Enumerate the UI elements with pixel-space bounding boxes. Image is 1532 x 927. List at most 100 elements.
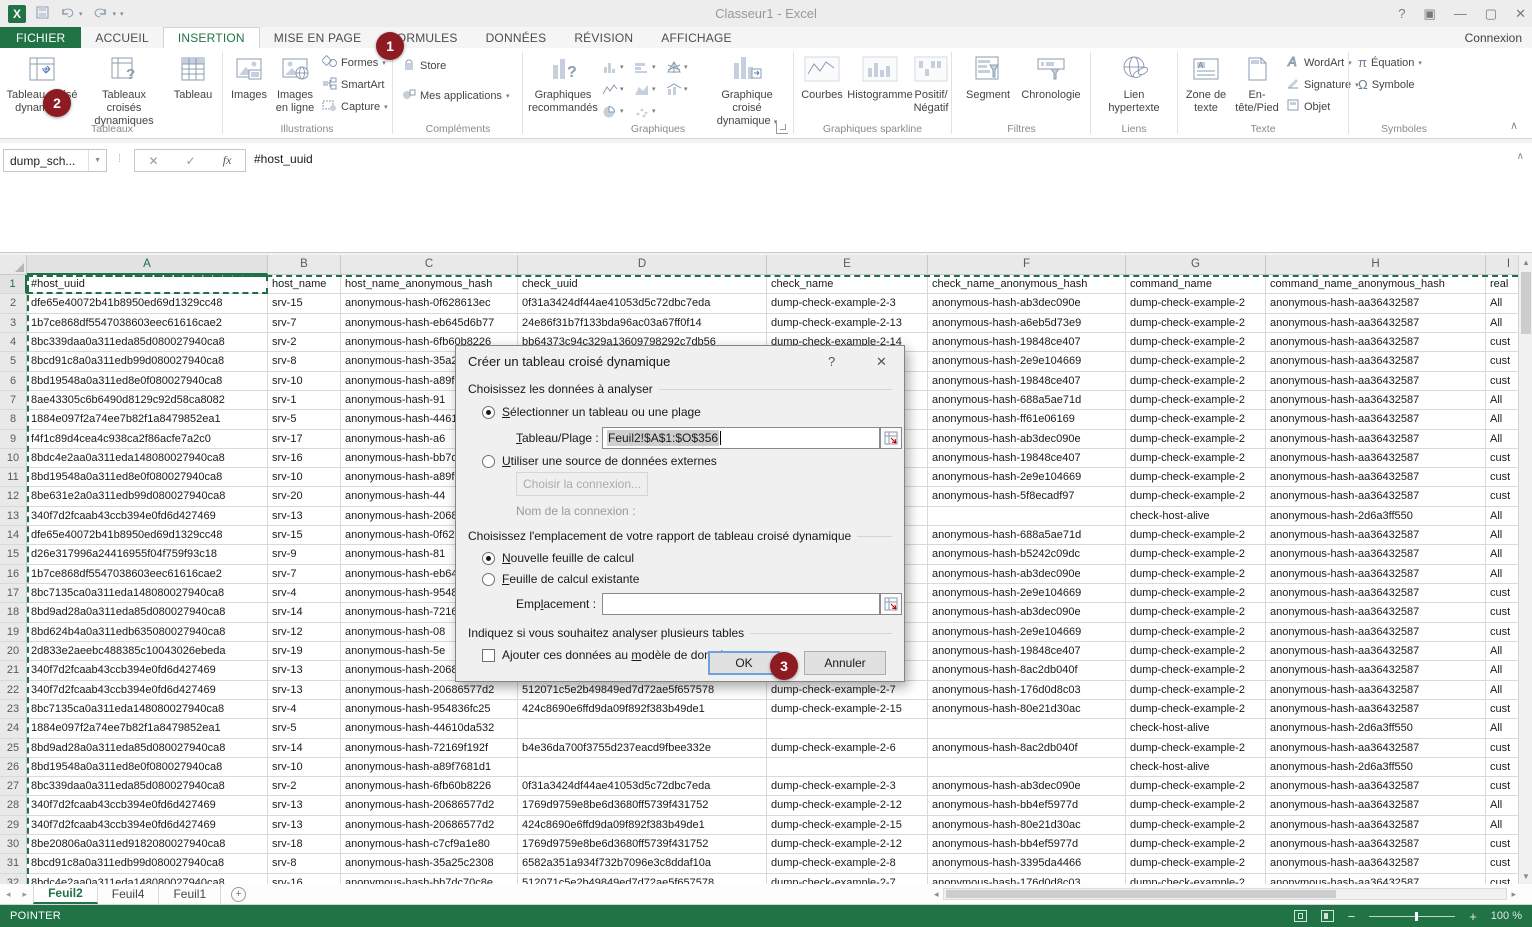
- radio-external-source[interactable]: Utiliser une source de données externes: [482, 454, 717, 468]
- cell[interactable]: srv-4: [268, 700, 341, 719]
- cell[interactable]: 6582a351a934f732b7096e3c8ddaf10a: [518, 854, 767, 873]
- cell[interactable]: srv-10: [268, 372, 341, 391]
- cell[interactable]: anonymous-hash-aa36432587: [1266, 294, 1486, 313]
- row-header[interactable]: 22: [0, 681, 27, 700]
- row-header[interactable]: 30: [0, 835, 27, 854]
- cell[interactable]: [767, 758, 928, 777]
- cell[interactable]: 424c8690e6ffd9da09f892f383b49de1: [518, 816, 767, 835]
- scroll-down-icon[interactable]: ▼: [1519, 869, 1532, 884]
- cell[interactable]: 8bc339daa0a311eda85d080027940ca8: [27, 333, 268, 352]
- cell[interactable]: 2d833e2aeebc488385c10043026ebeda: [27, 642, 268, 661]
- sheet-nav-left-icon[interactable]: ◂: [0, 884, 17, 904]
- cell[interactable]: dump-check-example-2: [1126, 372, 1266, 391]
- cell[interactable]: dump-check-example-2: [1126, 430, 1266, 449]
- cell[interactable]: srv-2: [268, 777, 341, 796]
- column-header[interactable]: G: [1126, 255, 1266, 275]
- cell[interactable]: dump-check-example-2: [1126, 294, 1266, 313]
- cell[interactable]: anonymous-hash-20686577d2: [341, 681, 518, 700]
- cell[interactable]: srv-7: [268, 565, 341, 584]
- cell[interactable]: anonymous-hash-20686577d2: [341, 816, 518, 835]
- cell[interactable]: srv-2: [268, 333, 341, 352]
- scatter-chart-icon[interactable]: ▾: [634, 100, 666, 122]
- name-box-dropdown-icon[interactable]: ▼: [88, 150, 106, 171]
- tab-mise-en-page[interactable]: MISE EN PAGE: [260, 27, 376, 48]
- cell[interactable]: [518, 758, 767, 777]
- maximize-icon[interactable]: ▢: [1485, 6, 1497, 22]
- cell[interactable]: 8bd19548a0a311ed8e0f080027940ca8: [27, 468, 268, 487]
- row-header[interactable]: 8: [0, 410, 27, 429]
- cell[interactable]: anonymous-hash-aa36432587: [1266, 777, 1486, 796]
- row-header[interactable]: 29: [0, 816, 27, 835]
- timeline-button[interactable]: Chronologie: [1019, 52, 1083, 102]
- cell[interactable]: dump-check-example-2-13: [767, 314, 928, 333]
- cell[interactable]: [518, 719, 767, 738]
- zoom-out-icon[interactable]: −: [1348, 909, 1356, 924]
- row-header[interactable]: 23: [0, 700, 27, 719]
- radio-existing-worksheet[interactable]: Feuille de calcul existante: [482, 572, 639, 586]
- cell[interactable]: dump-check-example-2-3: [767, 294, 928, 313]
- cell[interactable]: 8be631e2a0a311edb99d080027940ca8: [27, 487, 268, 506]
- cell[interactable]: dump-check-example-2-7: [767, 681, 928, 700]
- cell[interactable]: anonymous-hash-aa36432587: [1266, 700, 1486, 719]
- cell[interactable]: 8bd9ad28a0a311eda85d080027940ca8: [27, 603, 268, 622]
- scroll-right-icon[interactable]: ▸: [1507, 889, 1520, 900]
- cell[interactable]: dump-check-example-2: [1126, 700, 1266, 719]
- cell[interactable]: srv-16: [268, 874, 341, 884]
- cell[interactable]: anonymous-hash-2e9e104669: [928, 468, 1126, 487]
- cell[interactable]: check-host-alive: [1126, 758, 1266, 777]
- sheet-nav-right-icon[interactable]: ▸: [17, 884, 34, 904]
- collapse-formula-bar-icon[interactable]: ∧: [1517, 151, 1524, 162]
- cell[interactable]: anonymous-hash-2e9e104669: [928, 584, 1126, 603]
- cell[interactable]: srv-7: [268, 314, 341, 333]
- cell[interactable]: srv-15: [268, 526, 341, 545]
- sparkline-winloss-button[interactable]: Positif/Négatif: [913, 52, 949, 115]
- formula-bar-splitter[interactable]: ⁞: [118, 153, 122, 165]
- cell[interactable]: 340f7d2fcaab43ccb394e0fd6d427469: [27, 796, 268, 815]
- cell[interactable]: srv-8: [268, 854, 341, 873]
- cell[interactable]: 512071c5e2b49849ed7d72ae5f657578: [518, 874, 767, 884]
- cell[interactable]: anonymous-hash-688a5ae71d: [928, 391, 1126, 410]
- row-header[interactable]: 16: [0, 565, 27, 584]
- cell[interactable]: anonymous-hash-aa36432587: [1266, 642, 1486, 661]
- cell[interactable]: anonymous-hash-aa36432587: [1266, 410, 1486, 429]
- cancel-button[interactable]: Annuler: [804, 651, 886, 675]
- cell[interactable]: srv-13: [268, 816, 341, 835]
- object-button[interactable]: Objet: [1287, 99, 1330, 114]
- qat-customize-icon[interactable]: ▾: [120, 10, 124, 18]
- cell[interactable]: 8be20806a0a311ed9182080027940ca8: [27, 835, 268, 854]
- cell[interactable]: 340f7d2fcaab43ccb394e0fd6d427469: [27, 681, 268, 700]
- cell[interactable]: srv-1: [268, 391, 341, 410]
- cell[interactable]: dump-check-example-2-12: [767, 796, 928, 815]
- row-header[interactable]: 31: [0, 854, 27, 873]
- cell[interactable]: check-host-alive: [1126, 507, 1266, 526]
- cell[interactable]: anonymous-hash-19848ce407: [928, 372, 1126, 391]
- cell[interactable]: anonymous-hash-aa36432587: [1266, 314, 1486, 333]
- cell[interactable]: srv-10: [268, 468, 341, 487]
- collapse-ribbon-icon[interactable]: ∧: [1510, 119, 1518, 132]
- cell[interactable]: anonymous-hash-8ac2db040f: [928, 661, 1126, 680]
- cell[interactable]: anonymous-hash-ab3dec090e: [928, 565, 1126, 584]
- cell[interactable]: anonymous-hash-aa36432587: [1266, 333, 1486, 352]
- cell[interactable]: anonymous-hash-c7cf9a1e80: [341, 835, 518, 854]
- cell[interactable]: anonymous-hash-aa36432587: [1266, 372, 1486, 391]
- cell[interactable]: srv-12: [268, 623, 341, 642]
- cell[interactable]: anonymous-hash-aa36432587: [1266, 661, 1486, 680]
- sparkline-line-button[interactable]: Courbes: [797, 52, 847, 102]
- cell[interactable]: dump-check-example-2: [1126, 449, 1266, 468]
- cell[interactable]: anonymous-hash-2d6a3ff550: [1266, 507, 1486, 526]
- cell[interactable]: 340f7d2fcaab43ccb394e0fd6d427469: [27, 816, 268, 835]
- column-chart-icon[interactable]: ▾: [602, 56, 634, 78]
- redo-dropdown-icon[interactable]: ▾: [113, 10, 117, 18]
- row-header[interactable]: 2: [0, 294, 27, 313]
- cell[interactable]: anonymous-hash-6fb60b8226: [341, 777, 518, 796]
- pie-chart-icon[interactable]: ▾: [602, 100, 634, 122]
- cell[interactable]: anonymous-hash-aa36432587: [1266, 526, 1486, 545]
- online-images-button[interactable]: Images en ligne: [272, 52, 318, 115]
- sheet-tab-feuil2[interactable]: Feuil2: [33, 884, 98, 904]
- cell[interactable]: anonymous-hash-5f8ecadf97: [928, 487, 1126, 506]
- cell[interactable]: dfe65e40072b41b8950ed69d1329cc48: [27, 526, 268, 545]
- cell[interactable]: srv-4: [268, 584, 341, 603]
- cell[interactable]: dump-check-example-2: [1126, 603, 1266, 622]
- cell[interactable]: 8bdc4e2aa0a311eda148080027940ca8: [27, 874, 268, 884]
- undo-icon[interactable]: [59, 6, 75, 21]
